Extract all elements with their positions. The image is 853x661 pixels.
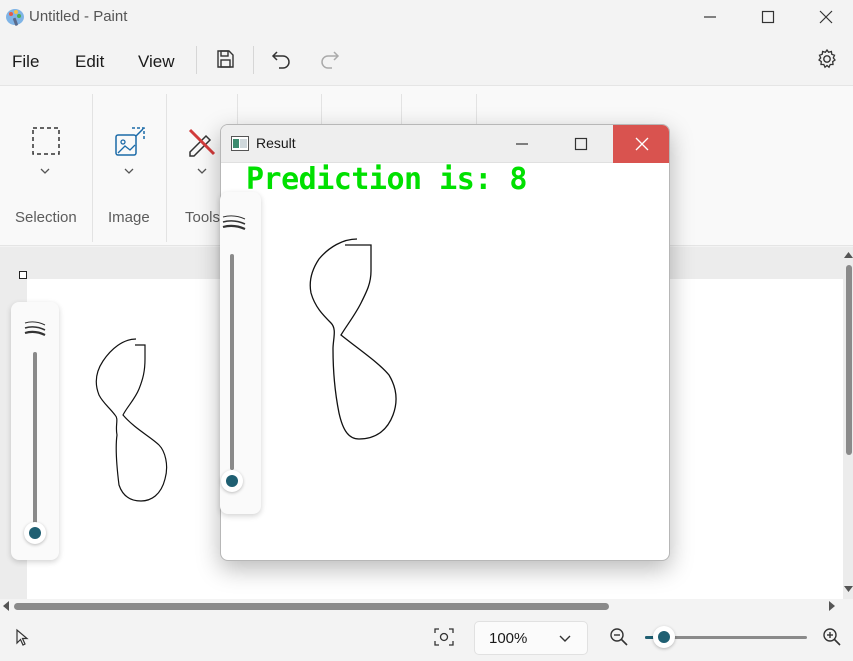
ribbon-divider xyxy=(92,94,93,242)
zoom-level-value: 100% xyxy=(489,630,528,647)
settings-button[interactable] xyxy=(815,47,839,71)
brush-size-slider-thumb[interactable] xyxy=(24,522,46,544)
select-rectangle-icon[interactable] xyxy=(31,126,61,156)
menu-divider xyxy=(196,46,197,74)
scroll-up-icon[interactable] xyxy=(844,251,853,259)
chevron-down-icon[interactable] xyxy=(39,166,51,176)
menu-edit[interactable]: Edit xyxy=(75,52,104,72)
image-group-label: Image xyxy=(108,209,150,226)
menu-divider xyxy=(253,46,254,74)
brush-size-slider-track[interactable] xyxy=(230,254,234,470)
result-maximize-button[interactable] xyxy=(559,125,603,163)
brush-size-panel-overlay xyxy=(220,192,261,514)
result-close-button[interactable] xyxy=(613,125,669,163)
maximize-icon xyxy=(761,10,775,24)
vertical-scroll-thumb[interactable] xyxy=(846,265,852,455)
brush-size-panel xyxy=(11,302,59,560)
undo-icon xyxy=(271,51,290,69)
close-icon xyxy=(635,137,649,151)
cursor-position-icon xyxy=(16,628,29,646)
close-icon xyxy=(819,10,833,24)
zoom-level-dropdown[interactable]: 100% xyxy=(474,621,588,655)
ribbon-divider xyxy=(166,94,167,242)
minimize-icon xyxy=(516,143,528,145)
zoom-in-icon[interactable] xyxy=(822,627,842,647)
pencil-eraser-icon[interactable] xyxy=(186,126,218,158)
zoom-out-icon[interactable] xyxy=(609,627,629,647)
tools-group-label: Tools xyxy=(185,209,221,226)
save-button[interactable] xyxy=(213,47,237,71)
brush-size-icon xyxy=(24,321,46,336)
brush-size-icon xyxy=(222,215,246,230)
paint-app-icon xyxy=(6,9,24,26)
horizontal-scroll-thumb[interactable] xyxy=(14,603,609,610)
redo-icon xyxy=(321,51,340,69)
result-minimize-button[interactable] xyxy=(501,125,543,163)
vertical-scrollbar[interactable] xyxy=(843,247,853,599)
undo-button[interactable] xyxy=(269,47,293,71)
redo-button[interactable] xyxy=(318,47,342,71)
menu-file[interactable]: File xyxy=(12,52,39,72)
result-window: Result Prediction is: 8 xyxy=(220,124,670,561)
chevron-down-icon[interactable] xyxy=(196,166,208,176)
result-window-title: Result xyxy=(256,135,296,151)
gear-icon xyxy=(818,48,836,69)
close-button[interactable] xyxy=(797,0,853,34)
title-bar: Untitled - Paint xyxy=(0,0,853,34)
selection-group-label: Selection xyxy=(15,209,77,226)
minimize-button[interactable] xyxy=(681,0,739,34)
horizontal-scrollbar[interactable] xyxy=(0,599,843,613)
brush-size-slider-thumb[interactable] xyxy=(221,470,243,492)
result-window-icon xyxy=(231,136,249,151)
image-icon[interactable] xyxy=(114,126,146,158)
zoom-slider[interactable] xyxy=(645,626,807,648)
maximize-button[interactable] xyxy=(739,0,797,34)
brush-size-slider-track[interactable] xyxy=(33,352,37,526)
fit-to-window-icon[interactable] xyxy=(433,627,455,647)
canvas-resize-handle[interactable] xyxy=(19,271,27,279)
minimize-icon xyxy=(704,16,716,18)
chevron-down-icon xyxy=(559,635,571,642)
save-icon xyxy=(217,50,234,68)
scroll-left-icon[interactable] xyxy=(2,601,10,611)
menu-view[interactable]: View xyxy=(138,52,175,72)
scroll-down-icon[interactable] xyxy=(844,585,853,593)
window-title: Untitled - Paint xyxy=(29,8,128,25)
result-title-bar: Result xyxy=(221,125,669,163)
result-digit-image xyxy=(309,238,397,440)
maximize-icon xyxy=(574,137,588,151)
scroll-right-icon[interactable] xyxy=(828,601,836,611)
chevron-down-icon[interactable] xyxy=(123,166,135,176)
